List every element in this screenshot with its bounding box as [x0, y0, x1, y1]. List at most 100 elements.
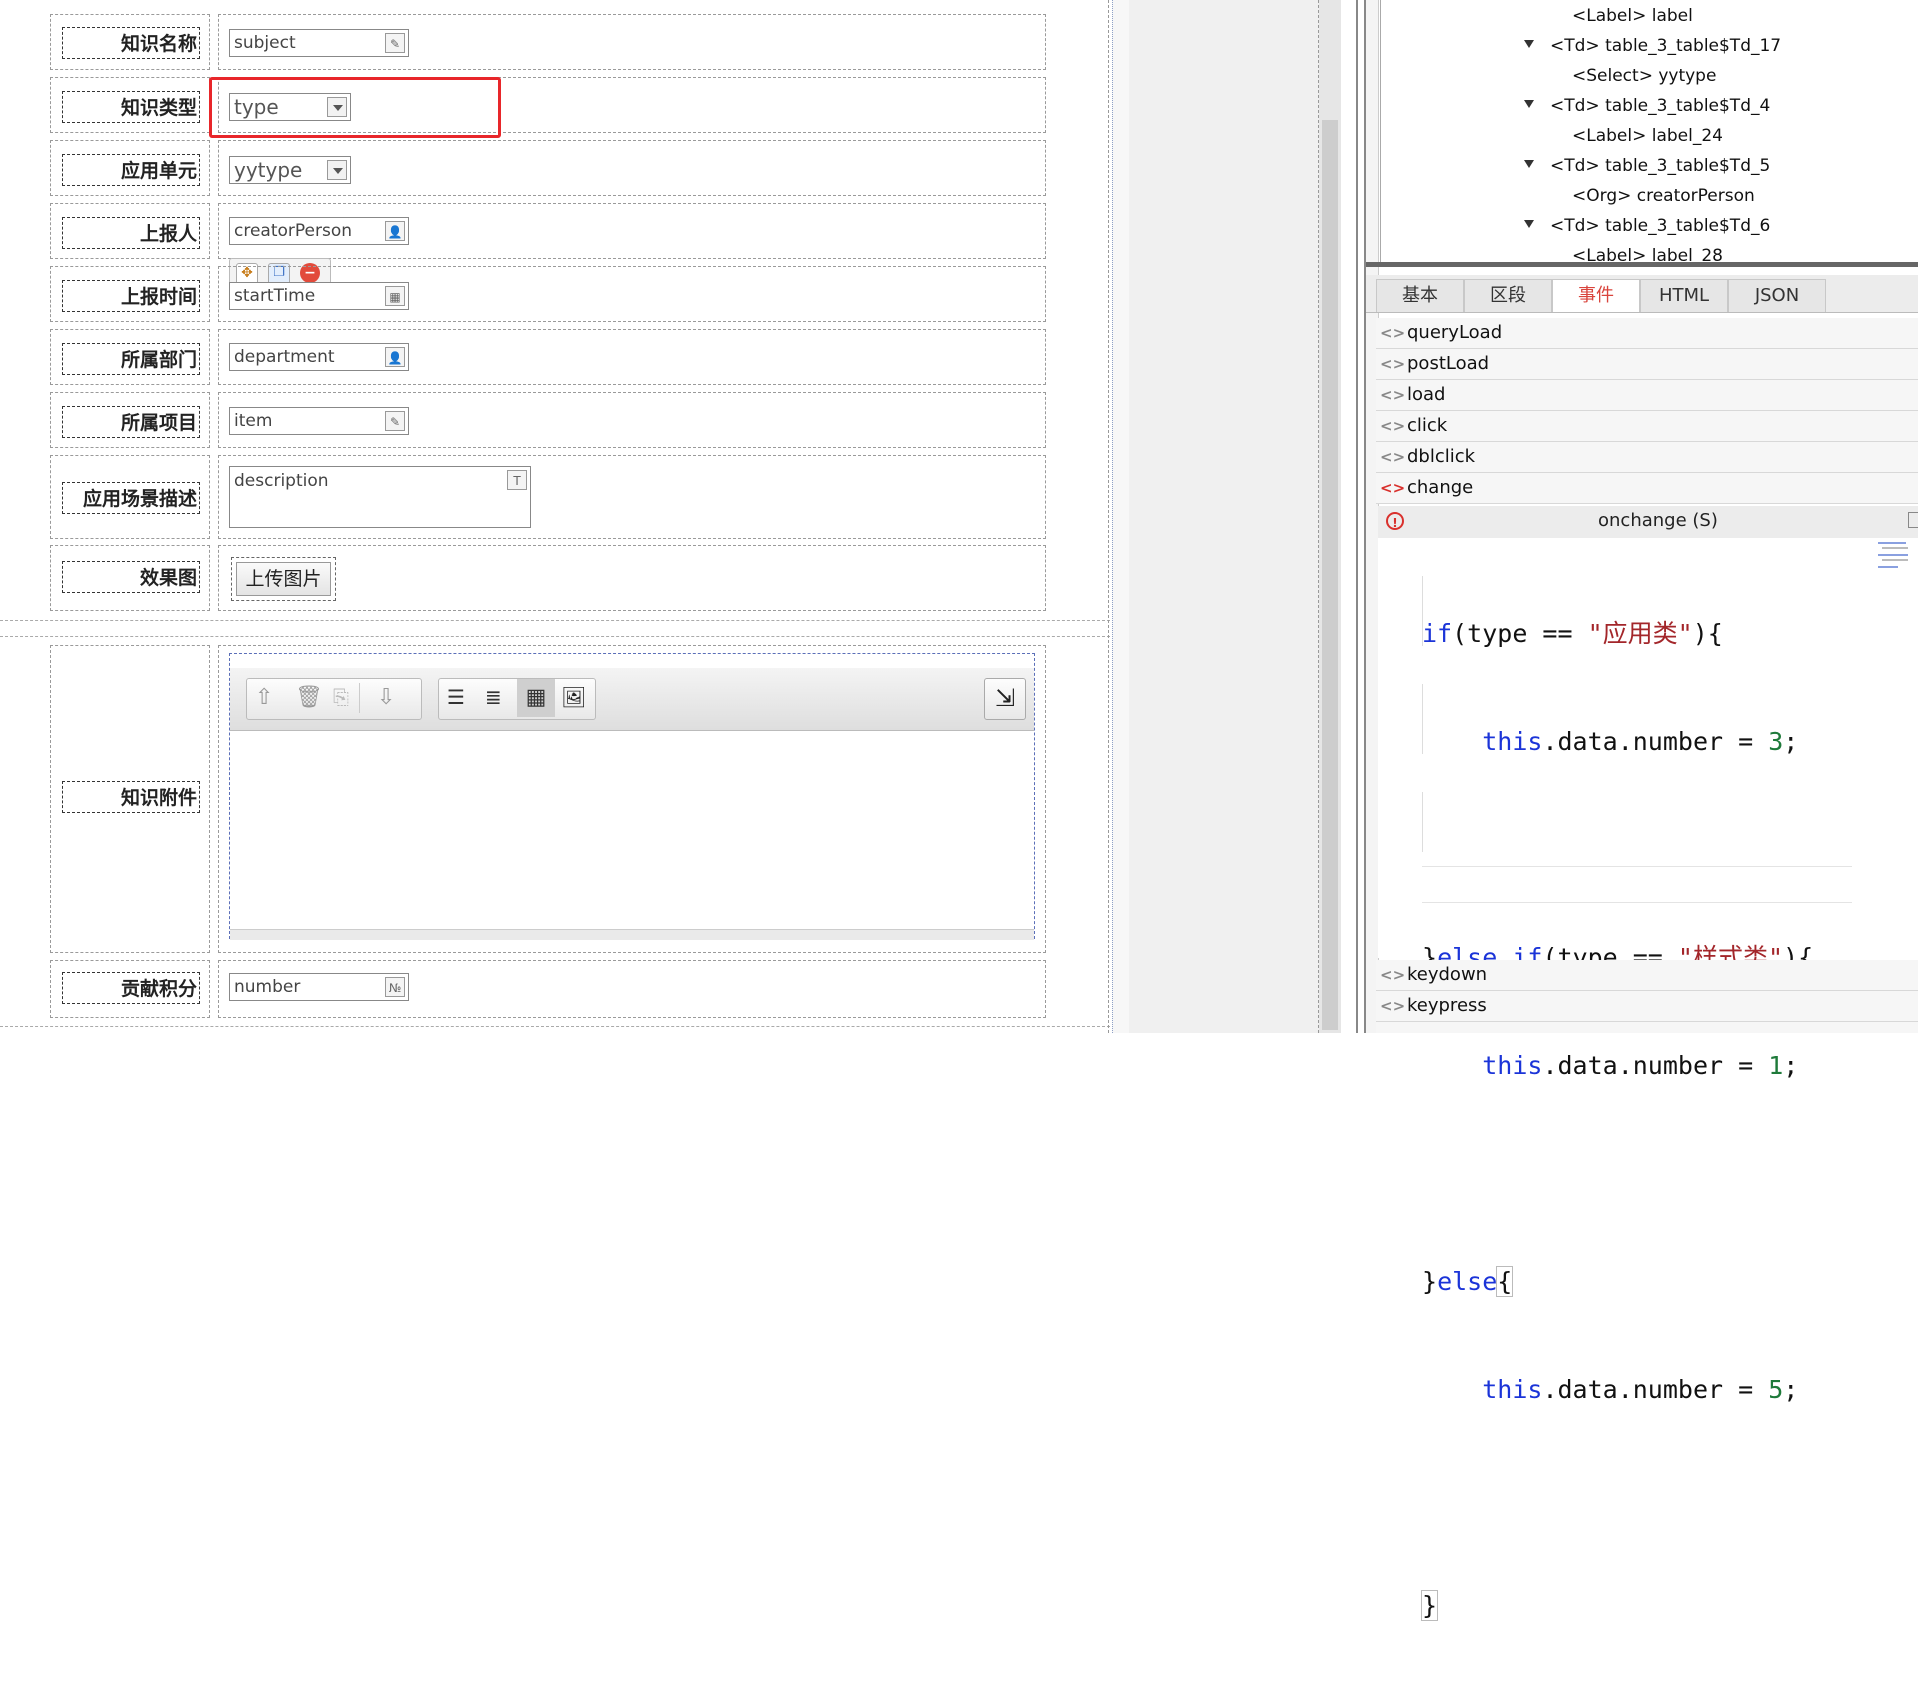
tree-node[interactable]: <Td> table_3_table$Td_6 — [1550, 216, 1770, 236]
tree-node[interactable]: <Td> table_3_table$Td_4 — [1550, 96, 1770, 116]
event-label: dblclick — [1407, 446, 1476, 467]
label-item[interactable]: 所属项目 — [62, 406, 200, 438]
item-value: item — [234, 411, 273, 431]
tab-json[interactable]: JSON — [1728, 279, 1826, 312]
label-starttime[interactable]: 上报时间 — [62, 280, 200, 312]
expand-icon[interactable] — [1524, 40, 1534, 48]
event-item[interactable]: <> postLoad — [1376, 349, 1918, 380]
code-line: }else{ — [1422, 1266, 1514, 1297]
detail-view-icon[interactable]: ≣ — [485, 685, 502, 709]
chevron-down-icon[interactable] — [327, 160, 347, 180]
expand-icon[interactable] — [1524, 220, 1534, 228]
label-description[interactable]: 应用场景描述 — [62, 482, 200, 514]
canvas-edge — [1108, 0, 1110, 1033]
event-item[interactable]: <> queryLoad — [1376, 318, 1918, 349]
tree-node[interactable]: <Td> table_3_table$Td_5 — [1550, 156, 1770, 176]
label-attachments[interactable]: 知识附件 — [62, 781, 200, 813]
event-label: postLoad — [1407, 353, 1490, 374]
label-type[interactable]: 知识类型 — [62, 91, 200, 123]
upload-image-button[interactable]: 上传图片 — [236, 562, 331, 596]
code-icon: <> — [1380, 417, 1406, 435]
code-icon: <> — [1380, 966, 1406, 984]
description-value: description — [234, 471, 329, 491]
trash-icon[interactable]: 🗑 — [295, 685, 323, 710]
window-icon[interactable] — [1908, 512, 1918, 528]
section-divider — [0, 1026, 1110, 1027]
tree-node[interactable]: <Select> yytype — [1572, 66, 1716, 86]
code-editor[interactable]: if(type == "应用类"){ this.data.number = 3;… — [1378, 538, 1918, 1621]
user-icon[interactable]: 👤 — [385, 347, 405, 367]
label-subject[interactable]: 知识名称 — [62, 27, 200, 59]
section-divider — [0, 620, 1110, 621]
tree-node[interactable]: <Org> creatorPerson — [1572, 186, 1755, 206]
string-literal: "应用类" — [1587, 619, 1693, 648]
event-item[interactable]: <> keydown — [1376, 960, 1918, 991]
tab-basic[interactable]: 基本 — [1376, 279, 1464, 312]
edit-icon: ✎ — [385, 411, 405, 431]
event-label: click — [1407, 415, 1448, 436]
expand-icon[interactable] — [1524, 160, 1534, 168]
code-line: this.data.number = 1; — [1482, 1051, 1799, 1080]
view-mode-group: ☰ ≣ ▦ 🖼 — [438, 678, 596, 720]
expand-icon[interactable] — [1524, 100, 1534, 108]
attachment-statusbar — [230, 929, 1034, 940]
code-icon: <> — [1380, 997, 1406, 1015]
download-icon[interactable]: ⇩ — [377, 685, 395, 710]
event-item[interactable]: <> load — [1376, 380, 1918, 411]
number-icon: № — [385, 977, 405, 997]
editor-header: ! onchange (S) — [1378, 506, 1918, 539]
code-icon: <> — [1380, 355, 1406, 373]
department-input[interactable]: department 👤 — [229, 343, 409, 371]
grid-view-icon[interactable]: ▦ — [517, 679, 555, 717]
creator-person-input[interactable]: creatorPerson 👤 — [229, 217, 409, 245]
copy-file-icon[interactable]: ⎘ — [333, 685, 349, 709]
number-value: number — [234, 977, 301, 997]
label-department[interactable]: 所属部门 — [62, 343, 200, 375]
event-item[interactable] — [1376, 1022, 1918, 1033]
outline-tree: <Label> label <Td> table_3_table$Td_17 <… — [1380, 0, 1918, 266]
department-value: department — [234, 347, 335, 367]
panel-splitter[interactable] — [1356, 0, 1366, 1033]
start-time-value: startTime — [234, 286, 316, 306]
tree-node[interactable]: <Td> table_3_table$Td_17 — [1550, 36, 1781, 56]
edit-icon: ✎ — [385, 33, 405, 53]
panel-splitter[interactable] — [1366, 262, 1918, 267]
label-effect-image[interactable]: 效果图 — [62, 561, 200, 593]
label-creator[interactable]: 上报人 — [62, 217, 200, 249]
event-label: keypress — [1407, 995, 1487, 1016]
subject-input[interactable]: subject ✎ — [229, 29, 409, 57]
tab-html[interactable]: HTML — [1640, 279, 1728, 312]
subject-value: subject — [234, 33, 296, 53]
event-item[interactable]: <> keypress — [1376, 991, 1918, 1022]
selection-highlight — [209, 77, 501, 138]
description-textarea[interactable]: description T — [229, 466, 531, 528]
attachment-panel: ⇧ 🗑 ⎘ ⇩ ☰ ≣ ▦ 🖼 ⇲ — [229, 653, 1035, 940]
start-time-input[interactable]: startTime ▦ — [229, 282, 409, 310]
upload-icon[interactable]: ⇧ — [255, 685, 273, 710]
image-view-icon[interactable]: 🖼 — [561, 685, 586, 709]
label-yytype[interactable]: 应用单元 — [62, 154, 200, 186]
yytype-select[interactable]: yytype — [229, 156, 351, 184]
tab-section[interactable]: 区段 — [1464, 279, 1552, 312]
tree-node[interactable]: <Label> label_24 — [1572, 126, 1723, 146]
scrollbar-thumb[interactable] — [1322, 120, 1338, 1030]
divider — [359, 683, 360, 713]
list-view-icon[interactable]: ☰ — [447, 685, 465, 709]
section-divider — [0, 636, 1110, 637]
event-item[interactable]: <> dblclick — [1376, 442, 1918, 473]
collapse-icon[interactable]: ⇲ — [984, 678, 1026, 720]
code-minimap[interactable] — [1878, 542, 1912, 572]
label-number[interactable]: 贡献积分 — [62, 972, 200, 1004]
calendar-icon[interactable]: ▦ — [385, 286, 405, 306]
event-label: load — [1407, 384, 1446, 405]
number-input[interactable]: number № — [229, 973, 409, 1001]
code-lines: if(type == "应用类"){ this.data.number = 3;… — [1420, 544, 1813, 1696]
property-tabs: 基本 区段 事件 HTML JSON — [1366, 275, 1918, 313]
tab-events[interactable]: 事件 — [1552, 279, 1640, 312]
event-item-active[interactable]: <> change — [1376, 473, 1918, 504]
tree-node[interactable]: <Label> label — [1572, 6, 1693, 26]
item-input[interactable]: item ✎ — [229, 407, 409, 435]
event-item[interactable]: <> click — [1376, 411, 1918, 442]
user-icon[interactable]: 👤 — [385, 221, 405, 241]
